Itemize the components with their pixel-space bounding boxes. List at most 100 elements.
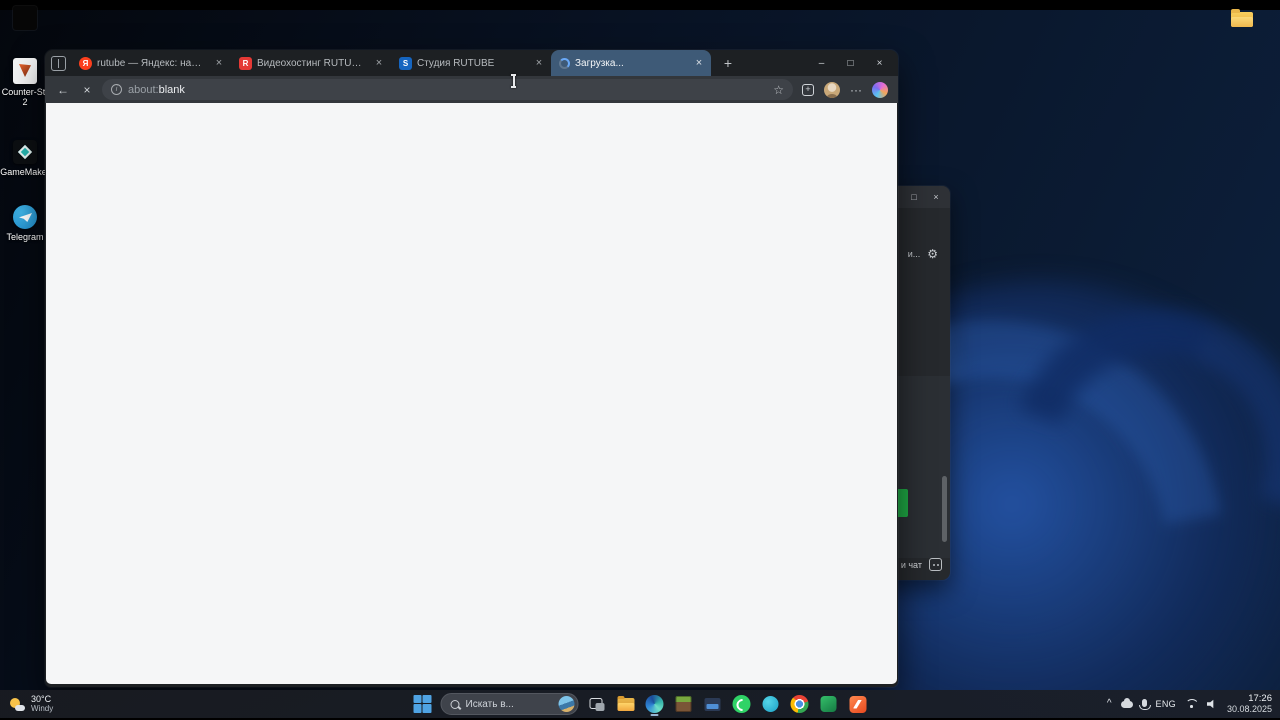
url-scheme: about:	[128, 83, 159, 96]
minimize-button[interactable]: –	[807, 50, 836, 76]
teal-app-icon	[762, 696, 779, 712]
copilot-icon[interactable]	[871, 81, 889, 99]
taskbar-icon-orange-app[interactable]	[847, 692, 869, 716]
browser-toolbar: ← × i about:blank ☆ + ···	[45, 76, 898, 103]
close-button[interactable]: ×	[926, 188, 946, 206]
start-button[interactable]	[412, 692, 434, 716]
green-app-icon	[820, 696, 837, 712]
taskbar-icon-whatsapp[interactable]	[731, 692, 753, 716]
weather-temp: 30°C	[31, 693, 52, 704]
weather-icon	[10, 697, 25, 712]
taskbar-icon-cube-game[interactable]	[673, 692, 695, 716]
orange-app-icon	[849, 695, 866, 713]
taskbar-icon-task-view[interactable]	[586, 692, 608, 716]
studio-favicon: S	[399, 56, 412, 70]
volume-icon[interactable]	[1206, 699, 1214, 709]
more-menu-button[interactable]: ···	[847, 81, 865, 99]
edge-icon	[645, 695, 664, 713]
desktop-icon-folder[interactable]	[1230, 8, 1254, 27]
desktop-icon-label: Telegram	[6, 232, 44, 242]
system-tray: ^ ENG 17:26 30.08.2025	[1107, 690, 1272, 718]
taskbar-icon-teal-app[interactable]	[760, 692, 782, 716]
loading-spinner-icon	[559, 57, 570, 69]
search-icon	[450, 699, 460, 709]
tab-loading-active[interactable]: Загрузка... ×	[551, 50, 711, 76]
address-bar[interactable]: i about:blank ☆	[102, 79, 793, 100]
favorite-star-icon[interactable]: ☆	[773, 83, 784, 97]
stop-loading-button[interactable]: ×	[78, 81, 96, 99]
yandex-favicon: Я	[79, 56, 92, 70]
search-placeholder: Искать в...	[465, 698, 514, 710]
chat-label: и чат	[900, 559, 922, 570]
cube-icon	[675, 696, 692, 712]
blank-page-content	[46, 103, 897, 684]
taskbar-icon-blue-folder-app[interactable]	[702, 692, 724, 716]
browser-window: Я rutube — Яндекс: нашлось 485 × R Видео…	[45, 50, 898, 687]
tab-title: Студия RUTUBE	[417, 57, 495, 69]
chat-row: и чат	[901, 558, 942, 571]
tab-title: rutube — Яндекс: нашлось 485	[97, 57, 207, 69]
desktop-icon-black-shortcut[interactable]	[13, 6, 37, 30]
taskbar-icon-edge[interactable]	[644, 692, 666, 716]
close-tab-icon[interactable]: ×	[692, 56, 706, 70]
folder-icon	[617, 695, 634, 711]
tab-title: Загрузка...	[575, 57, 624, 69]
close-tab-icon[interactable]: ×	[372, 56, 386, 70]
wifi-icon[interactable]	[1185, 699, 1198, 710]
tab-rutube-studio[interactable]: S Студия RUTUBE ×	[391, 50, 551, 76]
folder-icon	[1231, 9, 1253, 27]
taskbar: 30°C Windy Искать в... ^ ENG 17:26 30.08…	[0, 690, 1280, 718]
desktop-icon-label: GameMaker	[0, 167, 50, 177]
letterbox-top	[0, 0, 1280, 10]
chat-panel-icon[interactable]	[929, 558, 942, 571]
new-tab-button[interactable]: +	[718, 53, 738, 73]
tab-rutube[interactable]: R Видеохостинг RUTUBE. Смотри ×	[231, 50, 391, 76]
maximize-button[interactable]: □	[836, 50, 865, 76]
taskbar-icon-green-app[interactable]	[818, 692, 840, 716]
close-tab-icon[interactable]: ×	[532, 56, 546, 70]
green-button-fragment[interactable]	[897, 489, 908, 517]
gamemaker-icon	[13, 140, 37, 164]
settings-row: и... ⚙	[908, 248, 938, 260]
tab-actions-menu-icon[interactable]	[51, 55, 66, 71]
window-controls: – □ ×	[807, 50, 894, 76]
language-indicator[interactable]: ENG	[1156, 699, 1176, 709]
tab-strip: Я rutube — Яндекс: нашлось 485 × R Видео…	[45, 50, 898, 76]
site-info-icon[interactable]: i	[111, 84, 122, 95]
chrome-icon	[790, 695, 809, 713]
date: 30.08.2025	[1226, 704, 1272, 714]
taskbar-icon-chrome[interactable]	[789, 692, 811, 716]
close-window-button[interactable]: ×	[865, 50, 894, 76]
windows-logo-icon	[413, 694, 432, 714]
weather-condition: Windy	[31, 704, 54, 713]
gear-icon[interactable]: ⚙	[927, 248, 938, 260]
search-daily-image	[558, 696, 575, 712]
taskbar-icon-file-explorer[interactable]	[615, 692, 637, 716]
url-text: about:blank	[128, 84, 185, 96]
collections-icon[interactable]: +	[799, 81, 817, 99]
weather-widget[interactable]: 30°C Windy	[6, 690, 57, 718]
cloud-tray-icon[interactable]	[1120, 697, 1133, 708]
taskbar-search[interactable]: Искать в...	[440, 693, 579, 715]
hidden-icons-chevron[interactable]: ^	[1107, 699, 1112, 709]
rutube-favicon: R	[239, 56, 252, 70]
restore-button[interactable]: □	[904, 188, 924, 206]
time: 17:26	[1248, 693, 1272, 704]
desktop-screen: Counter-Str 2 GameMaker Telegram □ × и..…	[0, 0, 1280, 720]
url-path: blank	[158, 83, 185, 96]
telegram-icon	[13, 205, 37, 229]
blue-folder-icon	[704, 697, 721, 711]
taskbar-center: Искать в...	[412, 690, 869, 718]
scrollbar-thumb[interactable]	[942, 476, 947, 542]
task-view-icon	[589, 697, 604, 711]
tab-title: Видеохостинг RUTUBE. Смотри	[257, 57, 367, 69]
whatsapp-icon	[732, 695, 751, 713]
profile-avatar[interactable]	[823, 81, 841, 99]
microphone-tray-icon[interactable]	[1139, 699, 1152, 710]
clock[interactable]: 17:26 30.08.2025	[1226, 693, 1272, 715]
truncated-text: и...	[907, 249, 921, 259]
counter-strike-2-icon	[13, 58, 37, 84]
back-button[interactable]: ←	[54, 81, 72, 99]
close-tab-icon[interactable]: ×	[212, 56, 226, 70]
tab-yandex-search[interactable]: Я rutube — Яндекс: нашлось 485 ×	[71, 50, 231, 76]
